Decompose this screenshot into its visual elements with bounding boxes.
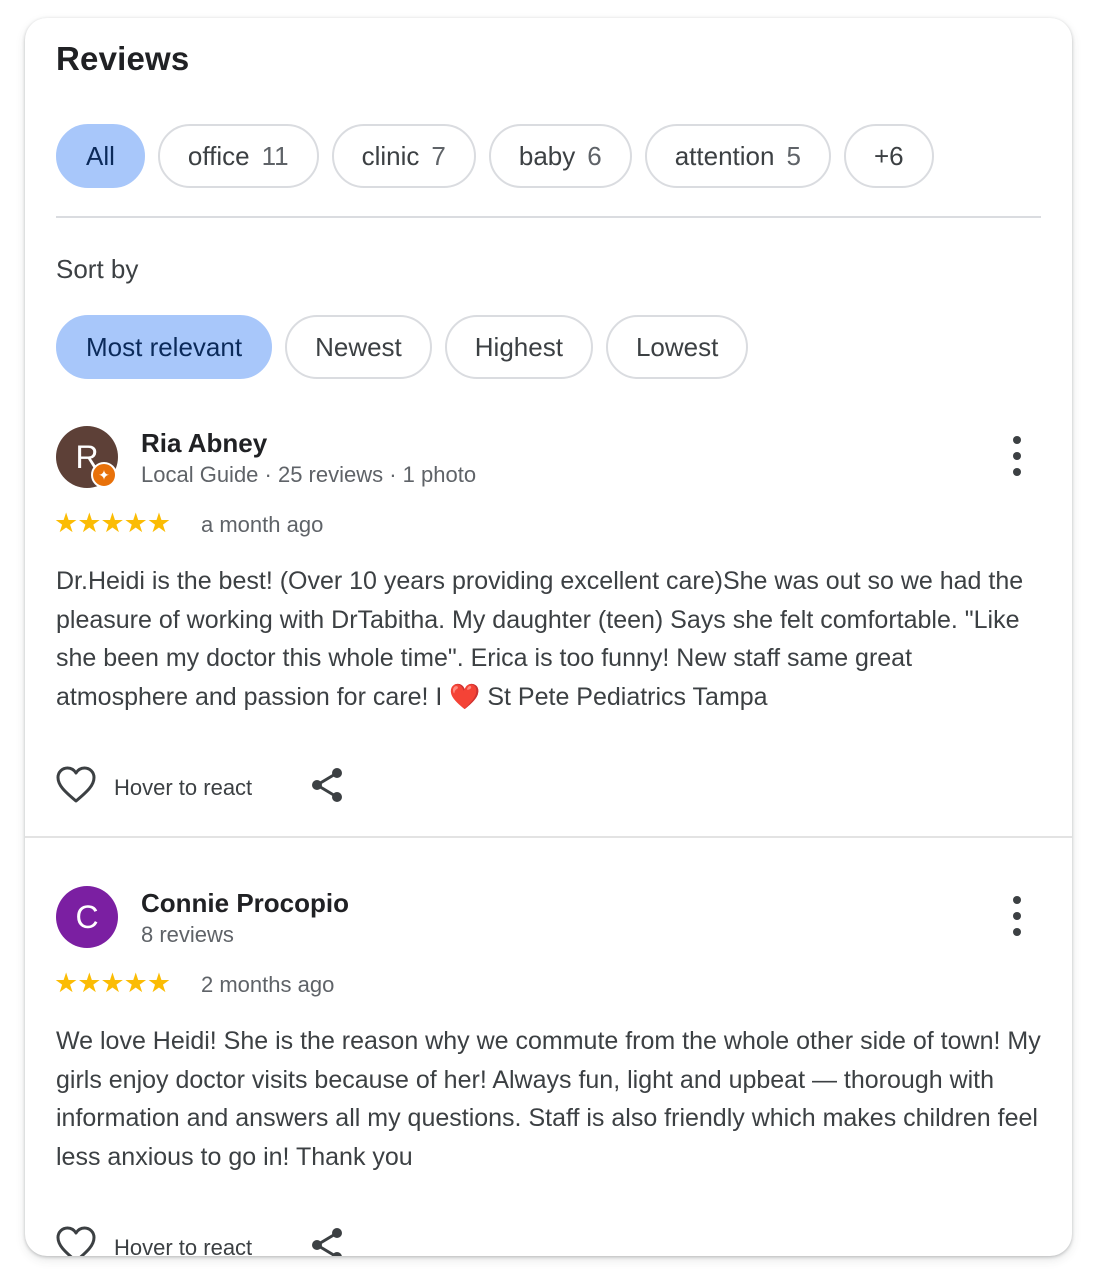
review-text: We love Heidi! She is the reason why we …	[56, 1027, 1041, 1171]
more-options-icon[interactable]	[1005, 436, 1029, 476]
review-actions: Hover to react	[56, 1226, 344, 1256]
reviewer-name[interactable]: Ria Abney	[141, 428, 267, 459]
reviews-panel: Reviews All office 11 clinic 7 baby 6 at…	[25, 18, 1072, 1256]
reviews-title: Reviews	[56, 40, 190, 77]
review-separator	[25, 836, 1072, 838]
chip-label: attention	[674, 140, 775, 171]
avatar-initial: C	[75, 898, 99, 935]
filter-divider	[56, 216, 1041, 218]
sort-highest[interactable]: Highest	[444, 315, 593, 379]
review-text: Dr.Heidi is the best! (Over 10 years pro…	[56, 567, 1024, 711]
local-guide-badge-icon: ✦	[91, 462, 117, 488]
chip-label: +6	[873, 140, 904, 171]
react-label[interactable]: Hover to react	[114, 1235, 252, 1257]
share-icon[interactable]	[310, 1227, 344, 1256]
chip-baby[interactable]: baby 6	[488, 124, 632, 188]
star-rating: ★★★★★	[54, 968, 171, 998]
chip-label: clinic	[361, 140, 420, 171]
sort-lowest[interactable]: Lowest	[605, 315, 749, 379]
share-icon[interactable]	[310, 767, 344, 808]
chip-all[interactable]: All	[56, 124, 145, 188]
chip-label: All	[86, 140, 115, 171]
chip-label: baby	[518, 140, 576, 171]
chip-count: 6	[587, 140, 602, 171]
sort-newest[interactable]: Newest	[285, 315, 432, 379]
more-options-icon[interactable]	[1005, 896, 1029, 936]
heart-icon[interactable]	[56, 1226, 96, 1256]
reviewer-meta: 8 reviews	[141, 922, 234, 947]
chip-clinic[interactable]: clinic 7	[331, 124, 476, 188]
avatar[interactable]: C	[56, 886, 118, 948]
chip-count: 7	[431, 140, 446, 171]
topic-filter-chips: All office 11 clinic 7 baby 6 attention …	[56, 124, 934, 188]
star-rating: ★★★★★	[54, 508, 171, 538]
review-actions: Hover to react	[56, 766, 344, 809]
chip-office[interactable]: office 11	[157, 124, 319, 188]
review-time: 2 months ago	[201, 972, 335, 997]
sort-chips: Most relevant Newest Highest Lowest	[56, 315, 749, 379]
chip-count: 5	[786, 140, 801, 171]
chip-label: office	[187, 140, 250, 171]
heart-icon[interactable]	[56, 766, 96, 809]
chip-count: 11	[261, 140, 289, 171]
review-time: a month ago	[201, 512, 324, 537]
sort-by-label: Sort by	[56, 254, 139, 284]
chip-attention[interactable]: attention 5	[644, 124, 831, 188]
chip-more-topics[interactable]: +6	[843, 124, 934, 188]
sort-most-relevant[interactable]: Most relevant	[56, 315, 273, 379]
reviewer-meta: Local Guide · 25 reviews · 1 photo	[141, 462, 477, 487]
reviewer-name[interactable]: Connie Procopio	[141, 888, 349, 919]
react-label[interactable]: Hover to react	[114, 775, 252, 801]
